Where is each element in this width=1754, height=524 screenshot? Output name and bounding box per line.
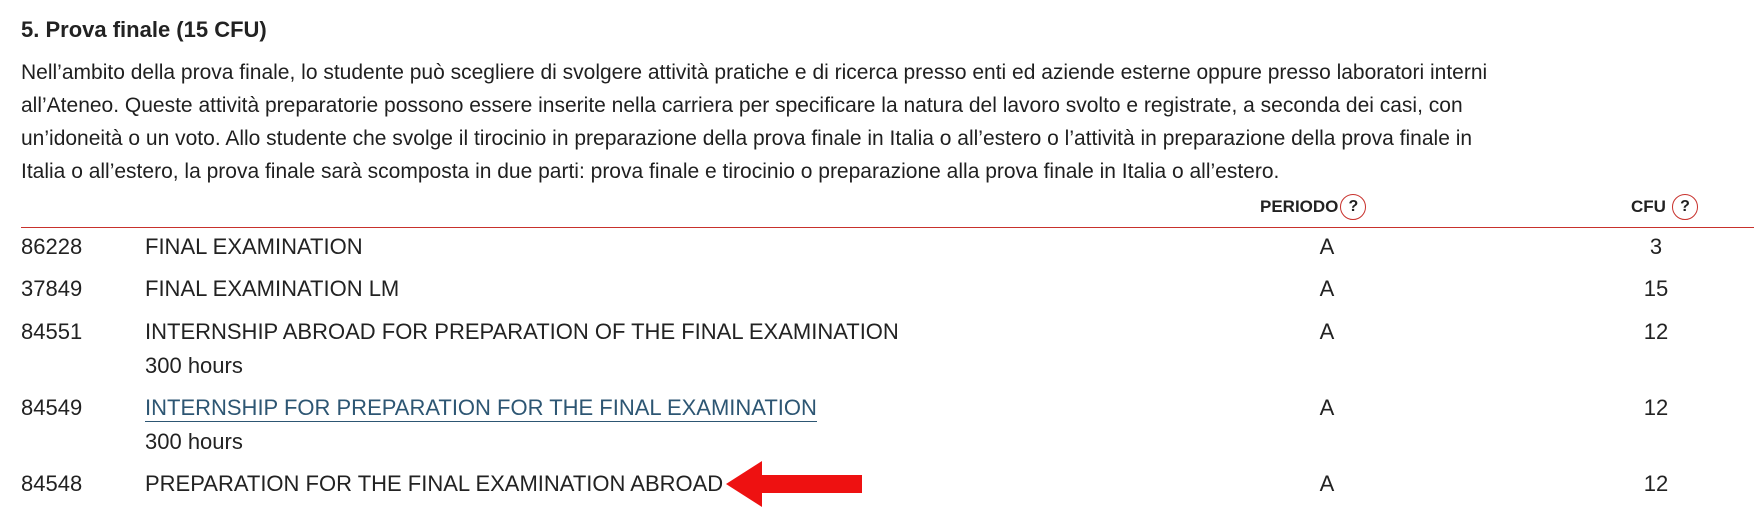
column-header-cfu: CFU ? xyxy=(1631,192,1698,222)
course-code: 37849 xyxy=(21,276,83,301)
course-periodo: A xyxy=(1319,471,1335,496)
course-name-block: INTERNSHIP ABROAD FOR PREPARATION OF THE… xyxy=(145,315,899,383)
course-periodo: A xyxy=(1319,395,1335,420)
course-hours-note: 300 hours xyxy=(145,429,243,454)
course-name-block: INTERNSHIP FOR PREPARATION FOR THE FINAL… xyxy=(145,391,817,459)
cfu-help-icon[interactable]: ? xyxy=(1671,194,1698,220)
periodo-help-icon[interactable]: ? xyxy=(1340,194,1367,220)
course-cfu: 12 xyxy=(1643,395,1669,420)
red-left-arrow-icon xyxy=(726,461,862,507)
course-periodo: A xyxy=(1319,276,1335,301)
periodo-header-label: PERIODO xyxy=(1260,197,1339,216)
course-code: 84548 xyxy=(21,471,83,496)
course-name: INTERNSHIP ABROAD FOR PREPARATION OF THE… xyxy=(145,319,899,344)
course-name: PREPARATION FOR THE FINAL EXAMINATION AB… xyxy=(145,471,724,496)
course-cfu: 12 xyxy=(1643,319,1669,344)
course-cfu: 3 xyxy=(1649,234,1663,259)
cfu-header-label: CFU xyxy=(1631,197,1666,216)
course-periodo: A xyxy=(1319,234,1335,259)
column-header-periodo: PERIODO ? xyxy=(1260,192,1367,222)
course-code: 84551 xyxy=(21,319,83,344)
section-title: 5. Prova finale (15 CFU) xyxy=(21,17,267,42)
course-code: 86228 xyxy=(21,234,83,259)
description-line: Nell’ambito della prova finale, lo stude… xyxy=(21,61,1488,84)
course-code: 84549 xyxy=(21,395,83,420)
course-name: FINAL EXAMINATION xyxy=(145,234,363,259)
description-line: Italia o all’estero, la prova finale sar… xyxy=(21,160,1280,183)
course-hours-note: 300 hours xyxy=(145,353,243,378)
description-line: un’idoneità o un voto. Allo studente che… xyxy=(21,127,1473,150)
course-name: FINAL EXAMINATION LM xyxy=(145,276,400,301)
course-cfu: 12 xyxy=(1643,471,1669,496)
section-description: Nell’ambito della prova finale, lo stude… xyxy=(21,56,1741,188)
arrow-shape xyxy=(726,461,862,507)
course-periodo: A xyxy=(1319,319,1335,344)
course-name-link[interactable]: INTERNSHIP FOR PREPARATION FOR THE FINAL… xyxy=(145,395,817,422)
description-line: all’Ateneo. Queste attività preparatorie… xyxy=(21,94,1463,117)
header-divider xyxy=(21,227,1754,228)
course-cfu: 15 xyxy=(1643,276,1669,301)
